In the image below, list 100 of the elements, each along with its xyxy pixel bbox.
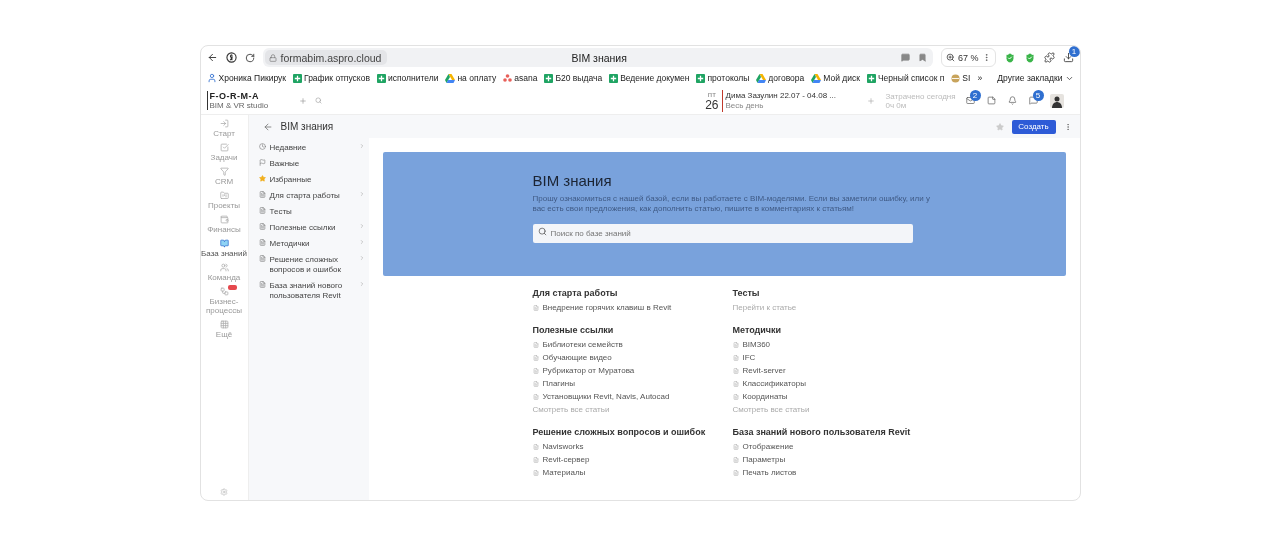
article-link[interactable]: Параметры (732, 455, 933, 465)
triangle-icon (445, 73, 456, 83)
nav-item[interactable]: Недавние (258, 143, 365, 153)
other-bookmarks[interactable]: Другие закладки (997, 73, 1074, 83)
section-title[interactable]: Тесты (732, 288, 933, 299)
bookmark[interactable]: договора (756, 73, 805, 83)
download-icon[interactable] (1062, 52, 1074, 63)
article-link[interactable]: BIM360 (732, 340, 933, 350)
clock-icon (258, 143, 266, 150)
article-link[interactable]: Revit-server (732, 366, 933, 376)
comment-icon[interactable] (901, 53, 910, 62)
section-title[interactable]: Полезные ссылки (532, 325, 733, 336)
book-icon (219, 239, 229, 248)
spreadsheet-icon (293, 73, 302, 83)
person-icon (206, 73, 217, 83)
nav-item[interactable]: Для старта работы (258, 191, 365, 201)
nav-item[interactable]: Избранные (258, 175, 365, 185)
chevron-right-icon (358, 281, 365, 287)
bookmark[interactable]: График отпусков (293, 73, 370, 83)
bookmark[interactable]: на оплату (445, 73, 497, 83)
chevron-right-icon (358, 239, 365, 245)
bookmark[interactable]: Ведение докумен (609, 73, 690, 83)
bookmark[interactable]: исполнители (376, 73, 439, 83)
browser-logo-icon[interactable] (225, 52, 237, 63)
bookmark[interactable]: asana (503, 73, 538, 83)
url-text: formabim.aspro.cloud (280, 51, 382, 64)
article-link[interactable]: Revit-сервер (532, 455, 733, 465)
article-link[interactable]: Печать листов (732, 468, 933, 478)
article-link[interactable]: Библиотеки семейств (532, 340, 733, 350)
document-icon (532, 305, 539, 311)
bookmark[interactable]: SI (951, 73, 971, 83)
article-link[interactable]: Navisworks (532, 442, 733, 452)
search-icon[interactable] (314, 97, 322, 104)
bookmark[interactable]: протоколы (696, 73, 750, 83)
back-icon[interactable] (206, 52, 218, 63)
create-button[interactable]: Создать (1011, 119, 1056, 134)
article-link[interactable]: Внедрение горячих клавиш в Revit (532, 303, 733, 313)
mail-icon[interactable] (965, 96, 975, 105)
star-icon[interactable] (995, 122, 1004, 131)
article-link[interactable]: Рубрикатор от Муратова (532, 366, 733, 376)
section-title[interactable]: Методички (732, 325, 933, 336)
dots-icon (503, 74, 513, 82)
hero-description: Прошу ознакомиться с нашей базой, если вы работаете с BIM-моделями. Если вы заметили ошибку, или у вас есть свои предложения, как дополнить статью, пишите в комментариях к статьям! (532, 194, 931, 214)
reload-icon[interactable] (244, 52, 255, 63)
event-title[interactable]: Дима Зазулин 22.07 - 04.08 ... (725, 91, 864, 101)
document-icon (258, 207, 266, 214)
chat-icon[interactable] (1028, 96, 1038, 105)
avatar[interactable] (1049, 93, 1064, 108)
zoom-button[interactable]: 67 % (941, 48, 996, 67)
bookmark[interactable]: Черный список п (866, 73, 945, 83)
page-heading: BIM знания (280, 121, 335, 132)
article-link[interactable]: Отображение (732, 442, 933, 452)
bell-icon[interactable] (1007, 96, 1017, 105)
shield-icon[interactable] (1003, 51, 1016, 64)
document-icon (532, 355, 539, 361)
triangle-icon (811, 73, 822, 83)
bookmark[interactable]: Хроника Пикирук (206, 73, 286, 83)
bookmark[interactable]: Б20 выдача (544, 73, 603, 83)
nav-item[interactable]: Тесты (258, 207, 365, 217)
article-link[interactable]: Материалы (532, 468, 733, 478)
nav-item[interactable]: Решение сложных вопросов и ошибок (258, 255, 365, 275)
nav-item[interactable]: База знаний нового пользователя Revit (258, 281, 365, 301)
chevron-right-icon (358, 223, 365, 229)
nav-item[interactable]: Методички (258, 239, 365, 249)
article-link[interactable]: IFC (732, 353, 933, 363)
note-icon[interactable] (986, 96, 996, 105)
address-bar[interactable]: formabim.aspro.cloud BIM знания (262, 48, 933, 67)
search-field[interactable]: Поиск по базе знаний (532, 224, 913, 243)
search-icon (537, 227, 547, 236)
article-link[interactable]: Координаты (732, 392, 933, 402)
chevron-right-icon (358, 255, 365, 261)
article-link[interactable]: Установщики Revit, Navis, Autocad (532, 392, 733, 402)
worktime-label: Затрачено сегодня (885, 91, 957, 101)
bookmark[interactable]: Мой диск (811, 73, 860, 83)
puzzle-icon[interactable] (1043, 52, 1055, 63)
more-bookmarks-button[interactable]: » (977, 73, 983, 83)
rail-item[interactable]: База знаний (201, 239, 247, 258)
document-icon (732, 394, 739, 400)
nav-item[interactable]: Полезные ссылки (258, 223, 365, 233)
logo[interactable]: F-O-R-M-A (209, 91, 287, 101)
flag-icon (258, 159, 266, 166)
article-link[interactable]: Классификаторы (732, 379, 933, 389)
globe-icon (951, 73, 961, 83)
document-icon (532, 394, 539, 400)
document-icon (732, 368, 739, 374)
document-icon (258, 223, 266, 230)
plus-icon[interactable] (298, 96, 307, 105)
section-title[interactable]: База знаний нового пользователя Revit (732, 427, 933, 438)
article-link[interactable]: Плагины (532, 379, 733, 389)
chevron-right-icon (358, 191, 365, 197)
shield-icon[interactable] (1023, 51, 1036, 64)
article-link[interactable]: Обучающие видео (532, 353, 733, 363)
section-title[interactable]: Решение сложных вопросов и ошибок (532, 427, 733, 438)
folder-icon (219, 191, 229, 200)
bookmark-icon[interactable] (918, 53, 927, 62)
section-title[interactable]: Для старта работы (532, 288, 733, 299)
chevron-right-icon (358, 143, 365, 149)
nav-item[interactable]: Важные (258, 159, 365, 169)
document-icon (732, 470, 739, 476)
document-icon (732, 457, 739, 463)
